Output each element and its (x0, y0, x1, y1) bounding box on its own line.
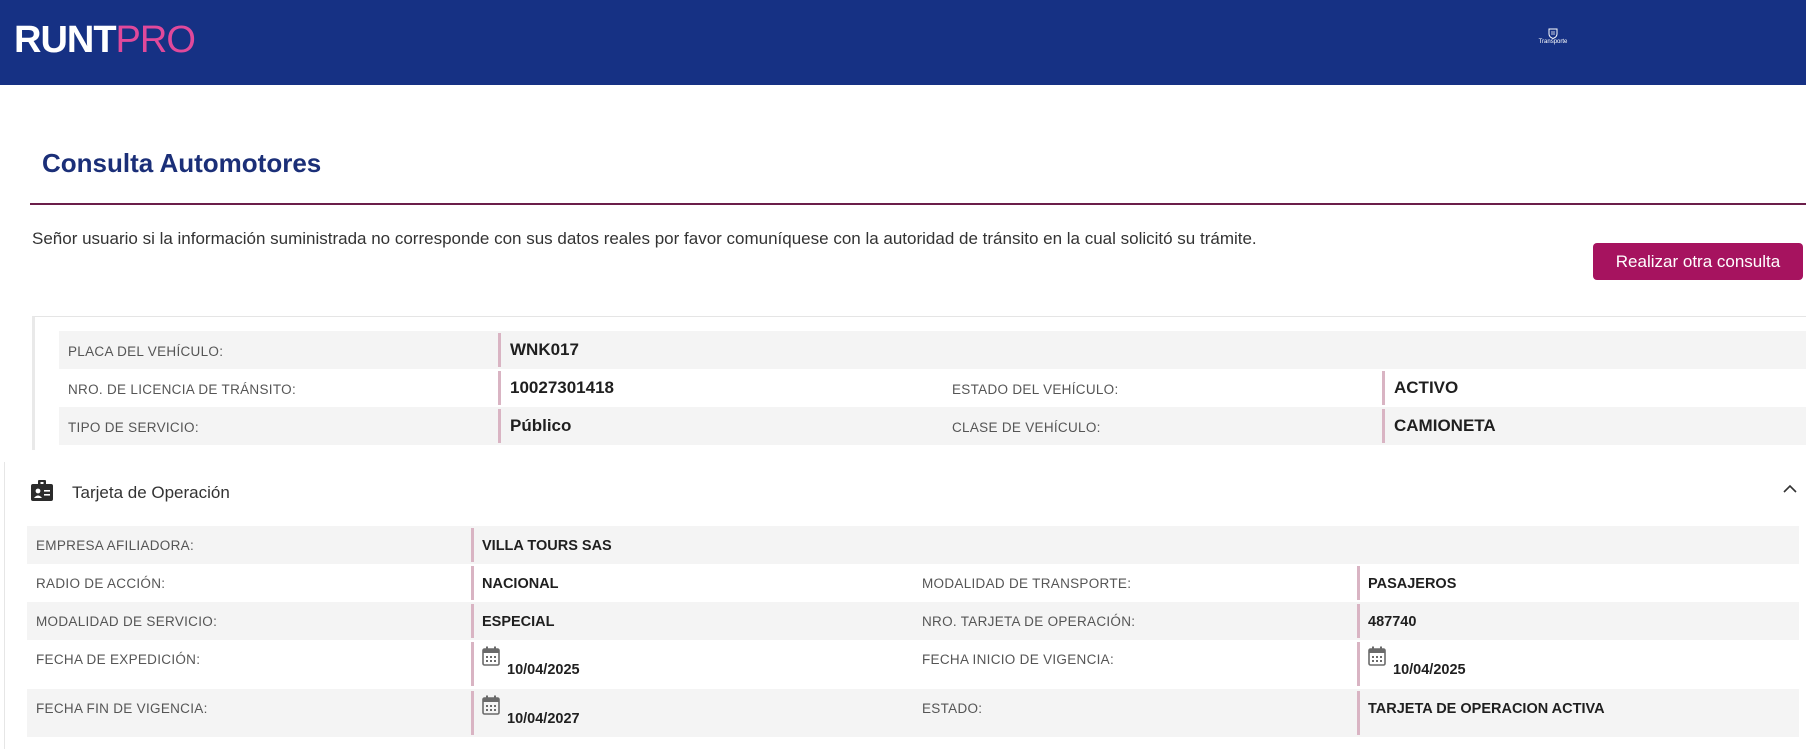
vehicle-row-servicio: TIPO DE SERVICIO: Público CLASE DE VEHÍC… (59, 407, 1806, 445)
field-separator (471, 642, 474, 686)
operation-row-empresa: EMPRESA AFILIADORA: VILLA TOURS SAS (27, 526, 1799, 564)
vehicle-row-licencia: NRO. DE LICENCIA DE TRÁNSITO: 1002730141… (59, 369, 1806, 407)
field-separator (1357, 604, 1360, 638)
servicio-label: TIPO DE SERVICIO: (68, 420, 199, 435)
field-separator (1357, 691, 1360, 735)
clase-label: CLASE DE VEHÍCULO: (952, 420, 1101, 435)
empresa-label: EMPRESA AFILIADORA: (36, 538, 194, 553)
servicio-value: Público (510, 416, 572, 435)
partner-logo: Transporte (1536, 28, 1570, 46)
estado-vehiculo-value: ACTIVO (1394, 378, 1459, 397)
field-separator (498, 371, 501, 405)
calendar-icon (482, 695, 500, 715)
logo-text-runt: RUNT (14, 19, 117, 61)
operation-row-modalidad-servicio: MODALIDAD DE SERVICIO: ESPECIAL NRO. TAR… (27, 602, 1799, 640)
runtpro-logo[interactable]: RUNTPRO (14, 18, 196, 62)
calendar-icon (482, 646, 500, 666)
title-divider (30, 203, 1806, 205)
estado-tarjeta-value: TARJETA DE OPERACION ACTIVA (1368, 701, 1605, 717)
modalidad-transporte-value: PASAJEROS (1368, 576, 1457, 592)
modalidad-transporte-label: MODALIDAD DE TRANSPORTE: (922, 576, 1132, 591)
chevron-up-icon[interactable] (1783, 484, 1797, 493)
operation-card-title: Tarjeta de Operación (72, 483, 230, 502)
fecha-fin-value: 10/04/2027 (507, 711, 580, 727)
empresa-value: VILLA TOURS SAS (482, 538, 612, 554)
licencia-label: NRO. DE LICENCIA DE TRÁNSITO: (68, 382, 296, 397)
radio-label: RADIO DE ACCIÓN: (36, 576, 166, 591)
field-separator (471, 566, 474, 600)
nro-tarjeta-value: 487740 (1368, 614, 1417, 630)
top-header-bar: RUNTPRO Transporte (0, 0, 1806, 85)
vehicle-row-placa: PLACA DEL VEHÍCULO: WNK017 (59, 331, 1806, 369)
field-separator (1382, 409, 1385, 443)
clase-value: CAMIONETA (1394, 416, 1496, 435)
page-title: Consulta Automotores (42, 148, 322, 178)
notice-text: Señor usuario si la información suminist… (32, 229, 1257, 248)
new-query-button[interactable]: Realizar otra consulta (1593, 243, 1803, 280)
operation-row-vigencia-estado: FECHA FIN DE VIGENCIA: 10/04/2027 ESTADO… (27, 689, 1799, 737)
placa-label: PLACA DEL VEHÍCULO: (68, 344, 224, 359)
estado-vehiculo-label: ESTADO DEL VEHÍCULO: (952, 382, 1119, 397)
fecha-inicio-label: FECHA INICIO DE VIGENCIA: (922, 652, 1115, 667)
licencia-value: 10027301418 (510, 378, 615, 397)
operation-row-fechas: FECHA DE EXPEDICIÓN: 10/04/2025 FECHA IN… (27, 640, 1799, 688)
calendar-icon (1368, 646, 1386, 666)
modalidad-servicio-label: MODALIDAD DE SERVICIO: (36, 614, 218, 629)
fecha-fin-label: FECHA FIN DE VIGENCIA: (36, 701, 208, 716)
logo-text-pro: PRO (115, 19, 196, 61)
field-separator (471, 604, 474, 638)
nro-tarjeta-label: NRO. TARJETA DE OPERACIÓN: (922, 614, 1136, 629)
field-separator (498, 409, 501, 443)
operation-card: Tarjeta de Operación EMPRESA AFILIADORA:… (4, 462, 1806, 749)
radio-value: NACIONAL (482, 576, 559, 592)
vehicle-summary-panel: PLACA DEL VEHÍCULO: WNK017 NRO. DE LICEN… (32, 316, 1806, 450)
fecha-expedicion-label: FECHA DE EXPEDICIÓN: (36, 652, 201, 667)
crest-icon (1548, 28, 1558, 39)
estado-tarjeta-label: ESTADO: (922, 701, 983, 716)
id-card-icon (31, 480, 53, 501)
modalidad-servicio-value: ESPECIAL (482, 614, 555, 630)
placa-value: WNK017 (510, 340, 579, 359)
fecha-inicio-value: 10/04/2025 (1393, 662, 1466, 678)
field-separator (1357, 566, 1360, 600)
operation-row-radio: RADIO DE ACCIÓN: NACIONAL MODALIDAD DE T… (27, 564, 1799, 602)
partner-logo-text: Transporte (1538, 39, 1568, 45)
field-separator (471, 528, 474, 562)
field-separator (471, 691, 474, 735)
field-separator (498, 333, 501, 367)
fecha-expedicion-value: 10/04/2025 (507, 662, 580, 678)
field-separator (1382, 371, 1385, 405)
field-separator (1357, 642, 1360, 686)
